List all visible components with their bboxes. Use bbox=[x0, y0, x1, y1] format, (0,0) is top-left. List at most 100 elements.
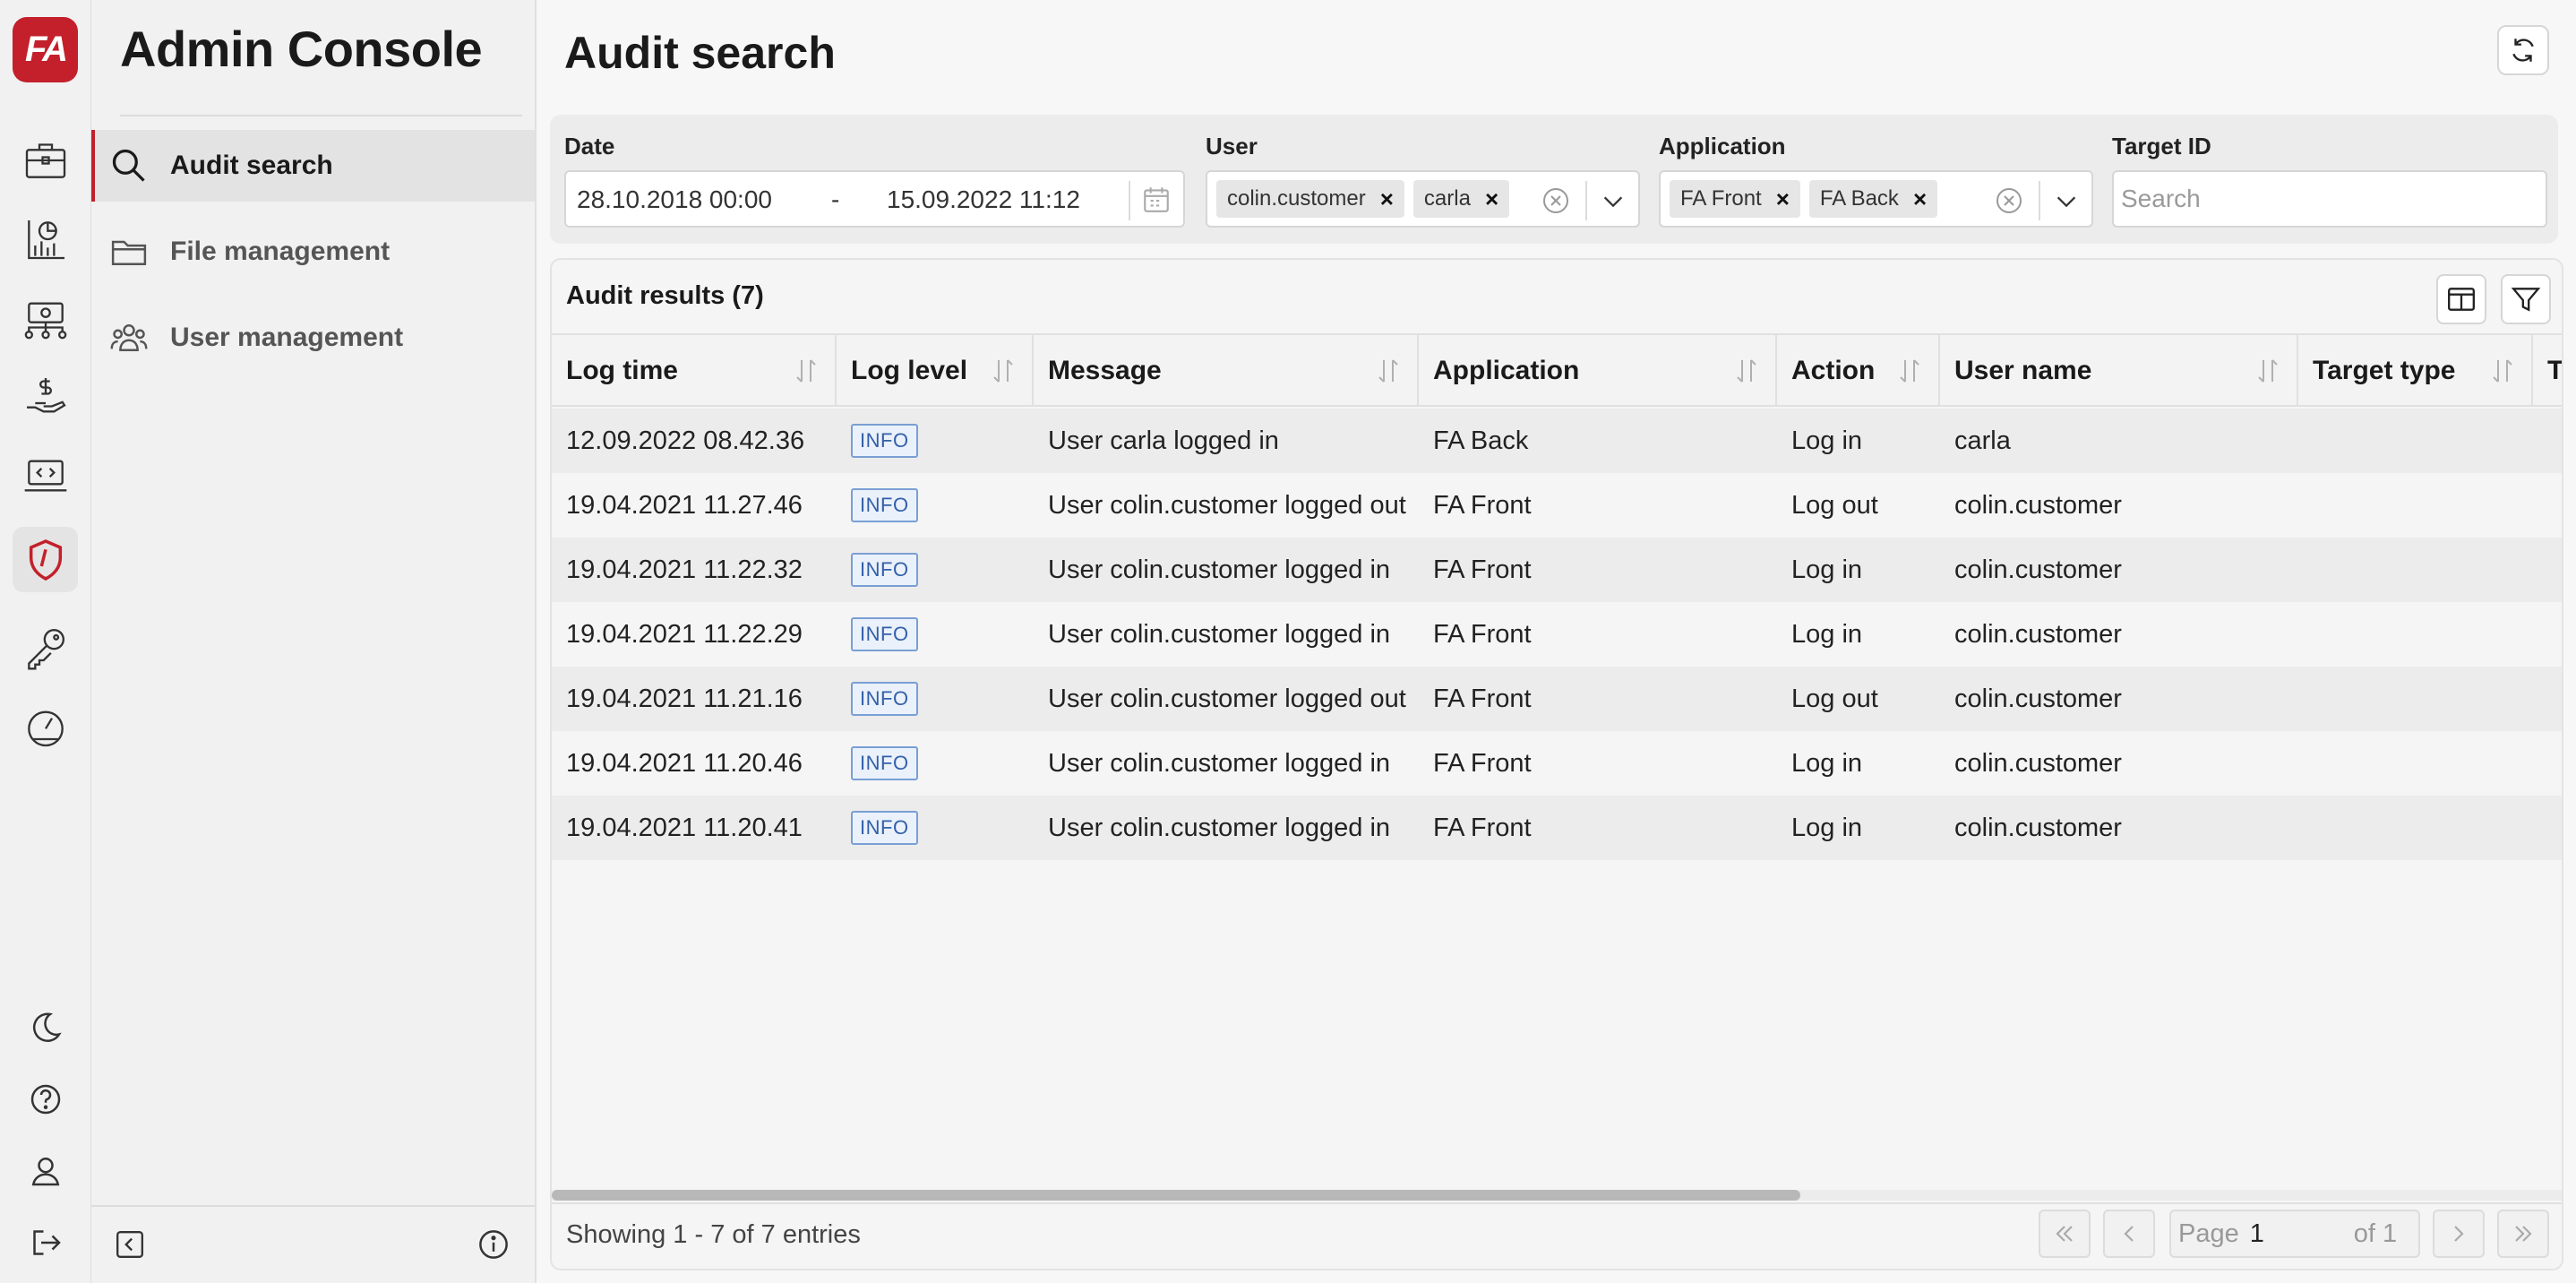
column-label: Action bbox=[1791, 356, 1876, 385]
column-header-message[interactable]: Message bbox=[1034, 335, 1419, 407]
scrollbar-thumb[interactable] bbox=[552, 1190, 1800, 1201]
app-title: Admin Console bbox=[120, 21, 483, 77]
clear-icon[interactable] bbox=[1541, 186, 1570, 215]
log-level-badge: INFO bbox=[851, 553, 918, 587]
cell-text: FA Front bbox=[1433, 490, 1532, 520]
key-icon[interactable] bbox=[13, 615, 78, 680]
remove-chip-icon[interactable]: × bbox=[1485, 185, 1498, 213]
sort-icon[interactable] bbox=[1732, 357, 1761, 385]
calendar-icon[interactable] bbox=[1141, 185, 1172, 215]
date-to[interactable]: 15.09.2022 11:12 bbox=[887, 185, 1080, 214]
target-id-placeholder[interactable]: Search bbox=[2114, 185, 2201, 213]
field-divider bbox=[1585, 181, 1587, 220]
refresh-button[interactable] bbox=[2497, 25, 2549, 75]
chevron-down-icon[interactable] bbox=[2053, 188, 2080, 215]
sort-icon[interactable] bbox=[1895, 357, 1924, 385]
cell-text: User colin.customer logged in bbox=[1048, 748, 1391, 778]
target-id-input[interactable]: Search bbox=[2112, 170, 2547, 228]
chevron-down-icon[interactable] bbox=[1600, 188, 1627, 215]
fa-logo[interactable]: FA bbox=[13, 17, 78, 82]
column-header-target-type[interactable]: Target type bbox=[2298, 335, 2533, 407]
table-row[interactable]: 19.04.2021 11.22.32 INFO User colin.custom… bbox=[552, 538, 2562, 602]
nav-item-user-management[interactable]: User management bbox=[91, 302, 535, 374]
cell-action: Log in bbox=[1777, 538, 1862, 602]
sort-icon[interactable] bbox=[1374, 357, 1403, 385]
cell-application: FA Back bbox=[1419, 409, 1528, 473]
log-level-badge: INFO bbox=[851, 488, 918, 522]
hand-dollar-icon[interactable] bbox=[13, 364, 78, 429]
column-header-log-level[interactable]: Log level bbox=[837, 335, 1034, 407]
log-level-badge: INFO bbox=[851, 424, 918, 458]
column-header-truncated[interactable]: T bbox=[2533, 335, 2563, 407]
sort-icon[interactable] bbox=[989, 357, 1018, 385]
nav-item-audit-search[interactable]: Audit search bbox=[91, 130, 535, 202]
nav-panel: Admin Console Audit search File manageme… bbox=[91, 0, 537, 1283]
application-chip[interactable]: FA Back × bbox=[1808, 180, 1938, 218]
column-header-application[interactable]: Application bbox=[1419, 335, 1777, 407]
clear-icon[interactable] bbox=[1995, 186, 2023, 215]
money-network-icon[interactable] bbox=[13, 285, 78, 350]
sort-icon[interactable] bbox=[2254, 357, 2282, 385]
filter-button[interactable] bbox=[2501, 274, 2551, 324]
horizontal-scrollbar[interactable] bbox=[552, 1190, 2562, 1201]
chart-icon[interactable] bbox=[13, 206, 78, 271]
user-icon[interactable] bbox=[13, 1138, 78, 1203]
table-row[interactable]: 19.04.2021 11.20.41 INFO User colin.custom… bbox=[552, 796, 2562, 860]
first-page-button[interactable] bbox=[2039, 1210, 2091, 1258]
application-label: Application bbox=[1659, 133, 1786, 159]
cell-log-level: INFO bbox=[837, 796, 918, 860]
user-chip[interactable]: carla × bbox=[1413, 180, 1510, 218]
shield-icon[interactable] bbox=[13, 527, 78, 592]
date-from[interactable]: 28.10.2018 00:00 bbox=[577, 185, 772, 214]
user-chip[interactable]: colin.customer × bbox=[1216, 180, 1404, 218]
column-label: Log level bbox=[851, 356, 968, 385]
column-label: T bbox=[2547, 356, 2563, 385]
next-page-button[interactable] bbox=[2433, 1210, 2485, 1258]
sort-icon[interactable] bbox=[792, 357, 820, 385]
remove-chip-icon[interactable]: × bbox=[1380, 185, 1394, 213]
cell-log-time: 19.04.2021 11.22.29 bbox=[552, 602, 803, 667]
table-row[interactable]: 12.09.2022 08.42.36 INFO User carla logged… bbox=[552, 409, 2562, 473]
help-icon[interactable] bbox=[13, 1066, 78, 1132]
prev-page-button[interactable] bbox=[2103, 1210, 2155, 1258]
table-row[interactable]: 19.04.2021 11.27.46 INFO User colin.custom… bbox=[552, 473, 2562, 538]
info-icon[interactable] bbox=[477, 1227, 511, 1261]
columns-button[interactable] bbox=[2436, 274, 2486, 324]
nav-item-file-management[interactable]: File management bbox=[91, 216, 535, 288]
logout-icon[interactable] bbox=[13, 1210, 78, 1275]
cell-user-name: colin.customer bbox=[1940, 667, 2122, 731]
cell-text: colin.customer bbox=[1954, 490, 2122, 520]
user-select[interactable]: colin.customer × carla × bbox=[1206, 170, 1640, 228]
cell-application: FA Front bbox=[1419, 667, 1532, 731]
table-row[interactable]: 19.04.2021 11.20.46 INFO User colin.custom… bbox=[552, 731, 2562, 796]
application-select[interactable]: FA Front × FA Back × bbox=[1659, 170, 2093, 228]
table-row[interactable]: 19.04.2021 11.21.16 INFO User colin.custom… bbox=[552, 667, 2562, 731]
last-page-button[interactable] bbox=[2497, 1210, 2549, 1258]
cell-text: 19.04.2021 11.21.16 bbox=[566, 684, 803, 713]
cell-text: 19.04.2021 11.20.46 bbox=[566, 748, 803, 778]
sort-icon[interactable] bbox=[2488, 357, 2517, 385]
page-input[interactable]: 1 bbox=[2250, 1219, 2354, 1249]
cell-user-name: colin.customer bbox=[1940, 796, 2122, 860]
remove-chip-icon[interactable]: × bbox=[1913, 185, 1927, 213]
code-monitor-icon[interactable] bbox=[13, 443, 78, 508]
remove-chip-icon[interactable]: × bbox=[1776, 185, 1790, 213]
cell-text: colin.customer bbox=[1954, 748, 2122, 778]
briefcase-icon[interactable] bbox=[13, 127, 78, 193]
cell-text: Log in bbox=[1791, 813, 1863, 842]
cell-text: User colin.customer logged in bbox=[1048, 813, 1391, 842]
chip-label: FA Back bbox=[1819, 186, 1899, 211]
column-header-action[interactable]: Action bbox=[1777, 335, 1940, 407]
column-header-log-time[interactable]: Log time bbox=[552, 335, 837, 407]
gauge-icon[interactable] bbox=[13, 693, 78, 759]
main-content: Audit search Date 28.10.2018 00:00 - 15.… bbox=[537, 0, 2576, 1283]
collapse-sidebar-icon[interactable] bbox=[113, 1227, 147, 1261]
chevron-right-icon bbox=[2454, 1226, 2464, 1242]
date-range-field[interactable]: 28.10.2018 00:00 - 15.09.2022 11:12 bbox=[564, 170, 1185, 228]
cell-user-name: colin.customer bbox=[1940, 538, 2122, 602]
application-chip[interactable]: FA Front × bbox=[1670, 180, 1800, 218]
cell-text: FA Back bbox=[1433, 426, 1529, 455]
column-header-user-name[interactable]: User name bbox=[1940, 335, 2298, 407]
table-row[interactable]: 19.04.2021 11.22.29 INFO User colin.custom… bbox=[552, 602, 2562, 667]
moon-icon[interactable] bbox=[13, 995, 78, 1060]
